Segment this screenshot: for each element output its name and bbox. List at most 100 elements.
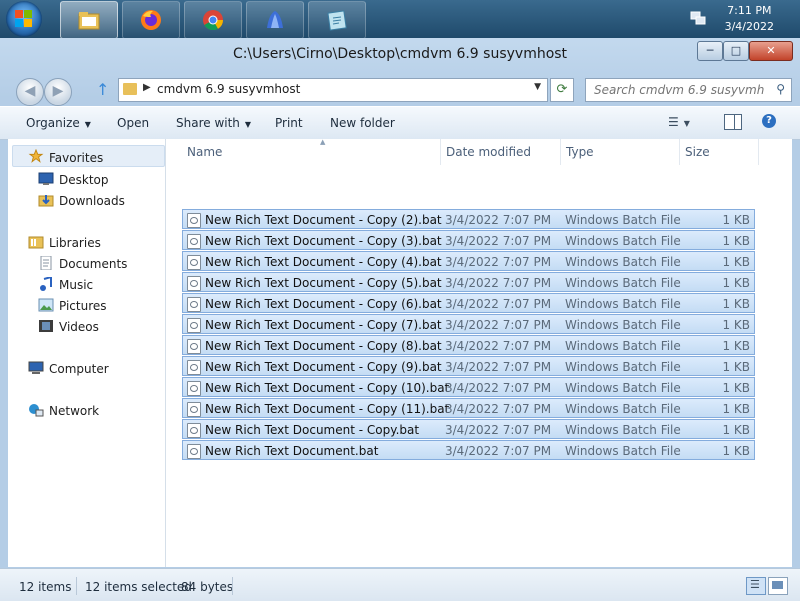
computer-icon: [28, 361, 44, 374]
file-type: Windows Batch File: [565, 360, 681, 374]
file-row[interactable]: New Rich Text Document - Copy (11).bat 3/…: [182, 398, 755, 418]
taskbar-firefox-button[interactable]: [122, 1, 180, 39]
organize-button[interactable]: Organize ▼: [26, 116, 91, 130]
file-name: New Rich Text Document - Copy (11).bat: [205, 402, 450, 416]
breadcrumb-folder[interactable]: cmdvm 6.9 susyvmhost: [157, 82, 300, 96]
large-icons-view-icon: [772, 581, 783, 589]
nav-favorites[interactable]: Favorites: [49, 151, 103, 165]
nav-downloads[interactable]: Downloads: [59, 194, 125, 208]
nav-music[interactable]: Music: [59, 278, 93, 292]
clock-date: 3/4/2022: [724, 20, 774, 33]
file-type: Windows Batch File: [565, 423, 681, 437]
address-bar[interactable]: ▶ cmdvm 6.9 susyvmhost ▼: [118, 78, 548, 102]
details-view-icon: ☰: [750, 578, 760, 591]
file-row[interactable]: New Rich Text Document - Copy (7).bat 3/4…: [182, 314, 755, 334]
chevron-down-icon: ▼: [84, 120, 91, 129]
network-icon: [29, 404, 44, 417]
taskbar-app-button[interactable]: [246, 1, 304, 39]
minimize-button[interactable]: ─: [697, 41, 723, 61]
file-size: 1 KB: [722, 402, 750, 416]
nav-videos[interactable]: Videos: [59, 320, 99, 334]
taskbar-chrome-button[interactable]: [184, 1, 242, 39]
file-row[interactable]: New Rich Text Document - Copy (5).bat 3/4…: [182, 272, 755, 292]
file-size: 1 KB: [722, 444, 750, 458]
print-button[interactable]: Print: [275, 116, 303, 130]
chevron-down-icon[interactable]: ▼: [534, 82, 541, 92]
open-button[interactable]: Open: [117, 116, 149, 130]
downloads-icon: [38, 195, 54, 207]
taskbar-clock[interactable]: 7:11 PM 3/4/2022: [725, 3, 774, 35]
file-type: Windows Batch File: [565, 234, 681, 248]
file-type: Windows Batch File: [565, 339, 681, 353]
share-with-label: Share with: [176, 116, 240, 130]
column-size-label: Size: [685, 145, 710, 159]
help-icon: ?: [766, 115, 772, 126]
folder-icon: [123, 83, 137, 95]
maximize-icon: □: [730, 44, 742, 57]
file-name: New Rich Text Document - Copy (5).bat: [205, 276, 442, 290]
file-name: New Rich Text Document - Copy (10).bat: [205, 381, 450, 395]
new-folder-button[interactable]: New folder: [330, 116, 395, 130]
breadcrumb-chevron-icon[interactable]: ▶: [143, 82, 151, 93]
file-row[interactable]: New Rich Text Document - Copy (2).bat 3/4…: [182, 209, 755, 229]
file-date: 3/4/2022 7:07 PM: [445, 318, 552, 332]
column-header-date[interactable]: Date modified: [441, 139, 561, 165]
sort-up-icon: ▲: [320, 138, 326, 146]
back-button[interactable]: ◀: [16, 78, 44, 106]
column-header-name[interactable]: Name ▲: [182, 138, 441, 165]
file-row[interactable]: New Rich Text Document - Copy (3).bat 3/4…: [182, 230, 755, 250]
nav-desktop[interactable]: Desktop: [59, 173, 109, 187]
command-bar: Organize ▼ Open Share with ▼ Print New fol…: [0, 106, 800, 140]
help-button[interactable]: ?: [762, 114, 776, 128]
column-header-size[interactable]: Size: [680, 139, 759, 165]
start-button[interactable]: [6, 1, 42, 37]
refresh-button[interactable]: ⟳: [550, 78, 574, 102]
details-view-button[interactable]: ☰: [746, 577, 766, 595]
change-view-button[interactable]: ☰ ▼: [668, 115, 690, 129]
nav-computer[interactable]: Computer: [49, 362, 109, 376]
batch-file-icon: [187, 318, 201, 333]
forward-button[interactable]: ▶: [44, 78, 72, 106]
batch-file-icon: [187, 381, 201, 396]
file-date: 3/4/2022 7:07 PM: [445, 255, 552, 269]
search-icon[interactable]: ⚲: [776, 82, 785, 96]
file-row[interactable]: New Rich Text Document - Copy (4).bat 3/4…: [182, 251, 755, 271]
notepad-icon: [327, 10, 347, 31]
search-box[interactable]: ⚲: [585, 78, 792, 102]
nav-pictures[interactable]: Pictures: [59, 299, 107, 313]
file-name: New Rich Text Document - Copy (4).bat: [205, 255, 442, 269]
search-input[interactable]: [592, 81, 766, 99]
file-name: New Rich Text Document - Copy (3).bat: [205, 234, 442, 248]
nav-documents[interactable]: Documents: [59, 257, 127, 271]
status-divider: [76, 577, 77, 595]
chevron-down-icon: ▼: [683, 119, 690, 128]
forward-arrow-icon: ▶: [52, 83, 64, 99]
file-row[interactable]: New Rich Text Document - Copy (10).bat 3/…: [182, 377, 755, 397]
network-tray-icon[interactable]: [690, 10, 706, 26]
file-type: Windows Batch File: [565, 444, 681, 458]
close-button[interactable]: ✕: [749, 41, 793, 61]
maximize-button[interactable]: □: [723, 41, 749, 61]
batch-file-icon: [187, 276, 201, 291]
file-size: 1 KB: [722, 234, 750, 248]
file-row[interactable]: New Rich Text Document - Copy (6).bat 3/4…: [182, 293, 755, 313]
large-icons-view-button[interactable]: [768, 577, 788, 595]
file-row[interactable]: New Rich Text Document.bat 3/4/2022 7:07 …: [182, 440, 755, 460]
taskbar-explorer-button[interactable]: [60, 1, 118, 39]
share-with-button[interactable]: Share with ▼: [176, 116, 251, 130]
nav-libraries[interactable]: Libraries: [49, 236, 101, 250]
nav-network[interactable]: Network: [49, 404, 99, 418]
file-date: 3/4/2022 7:07 PM: [445, 234, 552, 248]
taskbar-app-button[interactable]: [308, 1, 366, 39]
column-header-type[interactable]: Type: [561, 139, 680, 165]
up-arrow-icon[interactable]: ↑: [96, 80, 109, 99]
file-row[interactable]: New Rich Text Document - Copy (9).bat 3/4…: [182, 356, 755, 376]
file-row[interactable]: New Rich Text Document - Copy.bat 3/4/202…: [182, 419, 755, 439]
app-icon: [267, 11, 283, 28]
file-row[interactable]: New Rich Text Document - Copy (8).bat 3/4…: [182, 335, 755, 355]
file-type: Windows Batch File: [565, 255, 681, 269]
file-type: Windows Batch File: [565, 318, 681, 332]
status-bar: 12 items 12 items selected 84 bytes ☰: [0, 568, 800, 601]
preview-pane-button[interactable]: [724, 114, 742, 130]
file-type: Windows Batch File: [565, 213, 681, 227]
